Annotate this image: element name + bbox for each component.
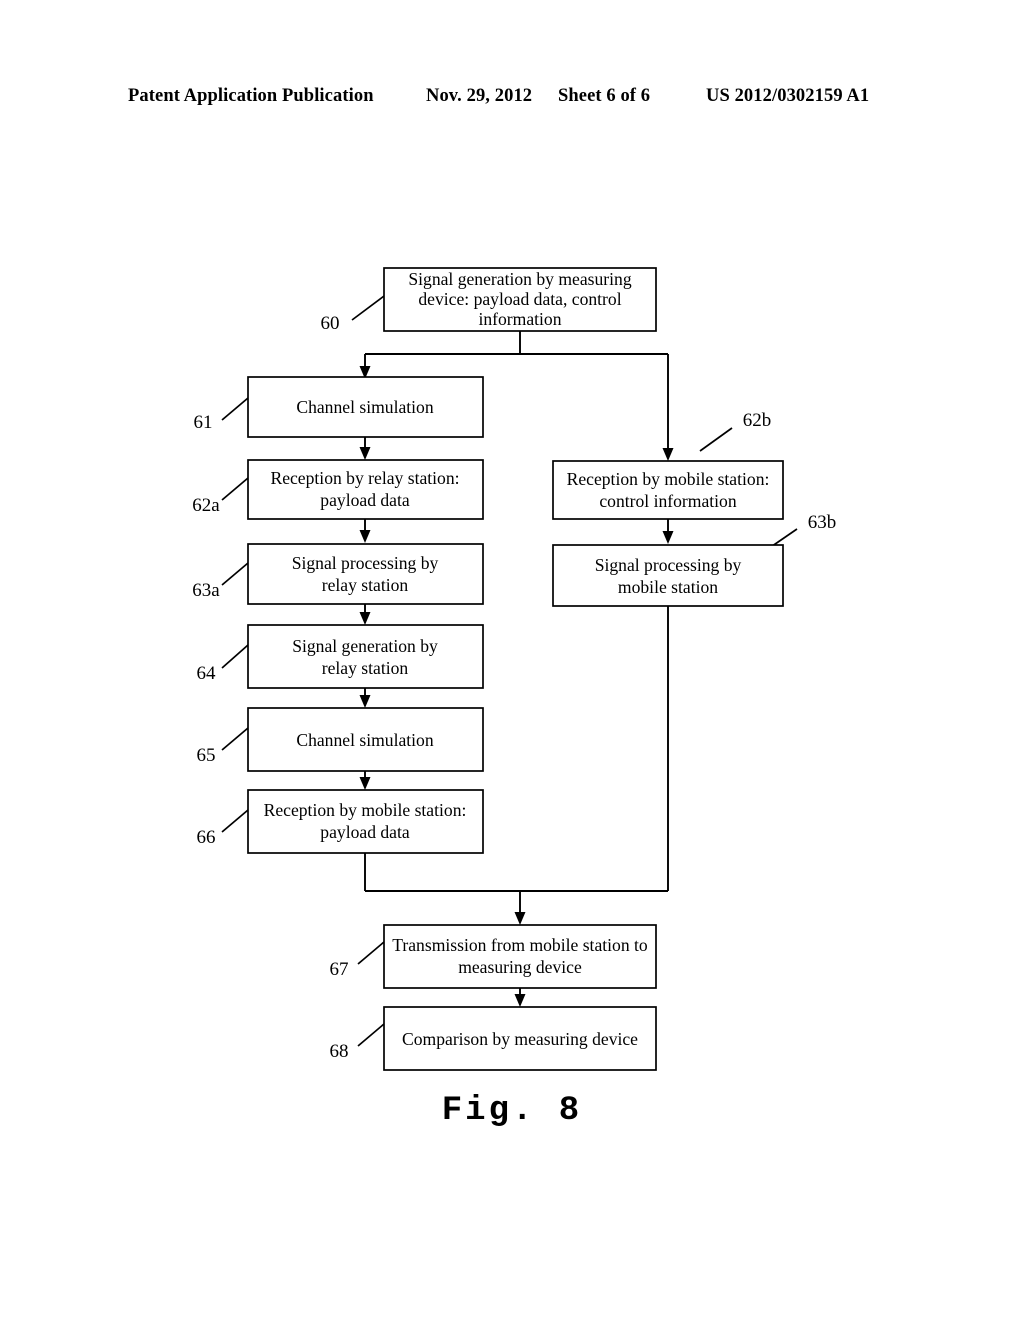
flow-node-61[interactable]: Channel simulation bbox=[247, 376, 484, 438]
flow-node-67-line-1: Transmission from mobile station to bbox=[392, 935, 648, 955]
flow-node-63a-line-1: Signal processing by bbox=[292, 553, 439, 573]
ref-label-65: 65 bbox=[197, 745, 216, 766]
flow-node-60-line-1: Signal generation by measuring bbox=[408, 269, 631, 289]
flow-node-63a[interactable]: Signal processing by relay station bbox=[247, 543, 484, 605]
flow-node-62a-line-2: payload data bbox=[320, 490, 410, 510]
flow-node-64-line-2: relay station bbox=[322, 658, 409, 678]
ref-label-60: 60 bbox=[321, 313, 340, 334]
connector-67-to-68 bbox=[514, 988, 526, 1007]
flow-node-67-line-2: measuring device bbox=[458, 957, 582, 977]
leader-line-68 bbox=[357, 1023, 385, 1047]
leader-line-61 bbox=[221, 397, 249, 421]
leader-line-64 bbox=[221, 644, 249, 669]
ref-label-63b: 63b bbox=[808, 512, 837, 533]
connector-61-to-62a bbox=[359, 437, 371, 460]
flow-node-66-line-1: Reception by mobile station: bbox=[264, 800, 467, 820]
ref-label-68: 68 bbox=[330, 1041, 349, 1062]
leader-line-63a bbox=[221, 562, 249, 586]
flow-node-63b-line-1: Signal processing by bbox=[595, 555, 742, 575]
leader-line-62b bbox=[699, 427, 733, 452]
flow-node-67[interactable]: Transmission from mobile station to meas… bbox=[383, 924, 657, 989]
flow-node-65-line-1: Channel simulation bbox=[296, 730, 434, 750]
flow-node-68-line-1: Comparison by measuring device bbox=[402, 1029, 638, 1049]
flow-node-68[interactable]: Comparison by measuring device bbox=[383, 1006, 657, 1071]
ref-label-66: 66 bbox=[197, 827, 216, 848]
flow-node-63b-line-2: mobile station bbox=[618, 577, 718, 597]
flow-node-62a[interactable]: Reception by relay station: payload data bbox=[247, 459, 484, 520]
flow-node-66[interactable]: Reception by mobile station: payload dat… bbox=[247, 789, 484, 854]
flow-node-60-line-3: information bbox=[478, 309, 561, 329]
flow-node-62b-line-1: Reception by mobile station: bbox=[567, 469, 770, 489]
arrow-head-to-62b bbox=[662, 448, 674, 461]
ref-label-62b: 62b bbox=[743, 410, 772, 431]
figure-caption: Fig. 8 bbox=[441, 1092, 583, 1130]
connector-64-to-65 bbox=[359, 688, 371, 708]
connector-63a-to-64 bbox=[359, 604, 371, 625]
leader-line-65 bbox=[221, 727, 249, 751]
flow-node-62b-line-2: control information bbox=[599, 491, 736, 511]
ref-label-61: 61 bbox=[194, 412, 213, 433]
arrow-head-to-67 bbox=[514, 912, 526, 925]
ref-label-64: 64 bbox=[197, 663, 217, 684]
flow-node-64-line-1: Signal generation by bbox=[292, 636, 438, 656]
connector-65-to-66 bbox=[359, 771, 371, 790]
leader-line-66 bbox=[221, 809, 249, 833]
flow-node-65[interactable]: Channel simulation bbox=[247, 707, 484, 772]
flow-node-61-line-1: Channel simulation bbox=[296, 397, 434, 417]
flow-node-62b[interactable]: Reception by mobile station: control inf… bbox=[552, 460, 784, 520]
flow-node-60[interactable]: Signal generation by measuring device: p… bbox=[383, 267, 657, 332]
leader-line-62a bbox=[221, 477, 249, 501]
connector-62b-to-63b bbox=[662, 519, 674, 544]
ref-label-62a: 62a bbox=[192, 495, 220, 516]
flow-node-63a-line-2: relay station bbox=[322, 575, 409, 595]
ref-label-63a: 63a bbox=[192, 580, 220, 601]
flow-node-66-line-2: payload data bbox=[320, 822, 410, 842]
leader-line-60 bbox=[351, 295, 385, 321]
leader-line-67 bbox=[357, 941, 385, 965]
flow-node-60-line-2: device: payload data, control bbox=[418, 289, 621, 309]
ref-label-67: 67 bbox=[330, 959, 349, 980]
flow-node-64[interactable]: Signal generation by relay station bbox=[247, 624, 484, 689]
connector-62a-to-63a bbox=[359, 519, 371, 543]
flow-node-63b[interactable]: Signal processing by mobile station bbox=[552, 544, 784, 607]
flow-node-62a-line-1: Reception by relay station: bbox=[270, 468, 459, 488]
